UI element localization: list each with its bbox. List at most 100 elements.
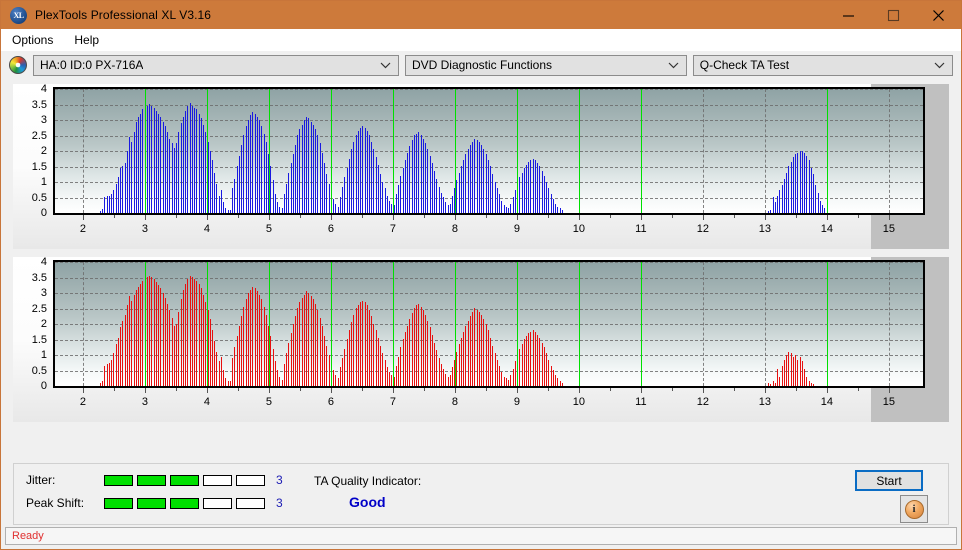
chart-bar bbox=[824, 208, 825, 213]
chart-bar bbox=[257, 291, 258, 386]
x-axis-tick bbox=[330, 388, 332, 393]
chart-bar bbox=[167, 304, 168, 386]
chart-bar bbox=[338, 207, 339, 213]
chart-bar bbox=[367, 131, 368, 213]
y-axis-tick-label: 1 bbox=[40, 176, 47, 188]
close-icon[interactable] bbox=[916, 1, 961, 29]
start-button[interactable]: Start bbox=[855, 470, 923, 491]
chart-bar bbox=[286, 353, 287, 386]
sector-marker-line bbox=[268, 262, 270, 386]
info-button[interactable]: i bbox=[900, 495, 928, 523]
chart-bar bbox=[140, 284, 141, 386]
chart-bar bbox=[811, 168, 812, 213]
menu-item-help[interactable]: Help bbox=[72, 32, 101, 48]
chart-bar bbox=[102, 209, 103, 213]
chart-bar bbox=[320, 143, 321, 213]
chart-bar bbox=[793, 157, 794, 213]
y-axis-tick-label: 3.5 bbox=[31, 271, 47, 284]
chart-bar bbox=[122, 321, 123, 386]
peakshift-chart-x-axis: 2 3 4 5 6 7 8 9 10 11 12 13 14 15 bbox=[53, 388, 925, 418]
maximize-icon[interactable] bbox=[871, 1, 916, 29]
jitter-chart-y-axis: 0 0.5 1 1.5 2 2.5 3 3.5 4 bbox=[13, 83, 51, 219]
chart-bar bbox=[481, 145, 482, 213]
sector-marker-line bbox=[516, 262, 518, 386]
chart-bar bbox=[167, 132, 168, 213]
x-axis-tick-label: 12 bbox=[696, 396, 710, 408]
chart-bar bbox=[107, 196, 108, 213]
x-axis-tick bbox=[795, 215, 797, 218]
sector-marker-line bbox=[826, 262, 828, 386]
chart-bar bbox=[409, 146, 410, 213]
chart-bar bbox=[795, 355, 796, 386]
chart-bar bbox=[499, 194, 500, 213]
chart-bar bbox=[407, 153, 408, 213]
chevron-down-icon bbox=[380, 56, 391, 75]
test-select[interactable]: Q-Check TA Test bbox=[692, 54, 953, 76]
drive-select[interactable]: HA:0 ID:0 PX-716A bbox=[33, 54, 399, 76]
peakshift-chart-y-axis: 0 0.5 1 1.5 2 2.5 3 3.5 4 bbox=[13, 256, 51, 392]
chart-bar bbox=[243, 307, 244, 386]
chart-bar bbox=[315, 129, 316, 213]
x-axis-tick-label: 14 bbox=[820, 223, 834, 235]
sector-marker-line bbox=[454, 262, 456, 386]
x-axis-tick bbox=[547, 388, 549, 391]
chart-bar bbox=[373, 149, 374, 213]
x-axis-tick bbox=[485, 215, 487, 218]
chart-bar bbox=[154, 108, 155, 213]
chart-bar bbox=[490, 338, 491, 386]
chart-bar bbox=[248, 120, 249, 213]
function-select[interactable]: DVD Diagnostic Functions bbox=[404, 54, 687, 76]
chart-bar bbox=[160, 117, 161, 213]
chart-bar bbox=[223, 202, 224, 213]
chart-bar bbox=[221, 357, 222, 386]
chart-bar bbox=[239, 326, 240, 386]
chart-bar bbox=[199, 114, 200, 213]
x-axis-tick bbox=[361, 388, 363, 391]
menu-item-options[interactable]: Options bbox=[10, 32, 55, 48]
chart-bar bbox=[414, 135, 415, 213]
chart-bar bbox=[210, 319, 211, 386]
chart-bar bbox=[445, 374, 446, 386]
chart-bar bbox=[371, 316, 372, 386]
chart-bar bbox=[551, 194, 552, 213]
chart-bar bbox=[129, 137, 130, 213]
chart-bar bbox=[125, 315, 126, 386]
y-axis-tick-label: 2.5 bbox=[31, 302, 47, 315]
chart-bar bbox=[279, 377, 280, 386]
minimize-icon[interactable] bbox=[826, 1, 871, 29]
chart-bar bbox=[147, 277, 148, 386]
x-axis-tick bbox=[454, 215, 456, 220]
chart-bar bbox=[436, 350, 437, 386]
chart-bar bbox=[196, 109, 197, 213]
chart-bar bbox=[432, 163, 433, 213]
chart-bar bbox=[333, 370, 334, 386]
x-axis-tick bbox=[640, 388, 642, 393]
chart-bar bbox=[266, 315, 267, 386]
peakshift-chart-canvas: 0 0.5 1 1.5 2 2.5 3 3.5 4 2 3 4 5 6 7 8 9 10 11 12 13 14 15 bbox=[13, 256, 925, 422]
chart-bar bbox=[495, 353, 496, 386]
x-axis-tick bbox=[640, 215, 642, 220]
chart-bar bbox=[822, 205, 823, 213]
chart-bar bbox=[434, 343, 435, 386]
chart-bar bbox=[524, 339, 525, 386]
chart-bar bbox=[522, 173, 523, 213]
x-axis-tick bbox=[144, 215, 146, 220]
chart-bar bbox=[365, 128, 366, 213]
chart-bar bbox=[344, 349, 345, 386]
chart-bar bbox=[461, 166, 462, 213]
segment bbox=[236, 474, 265, 486]
chart-bar bbox=[546, 182, 547, 213]
chart-bar bbox=[800, 357, 801, 386]
chart-bar bbox=[313, 125, 314, 213]
chart-bar bbox=[768, 383, 769, 386]
chart-bar bbox=[793, 357, 794, 386]
y-axis-tick-label: 0.5 bbox=[31, 364, 47, 377]
toolbar: HA:0 ID:0 PX-716A DVD Diagnostic Functio… bbox=[1, 51, 961, 79]
chart-bar bbox=[129, 296, 130, 386]
chart-bar bbox=[322, 326, 323, 386]
chart-bar bbox=[811, 383, 812, 386]
jitter-chart-panel: 0 0.5 1 1.5 2 2.5 3 3.5 4 2 3 4 5 6 7 8 9 10 11 12 13 14 15 bbox=[13, 83, 949, 249]
x-axis-tick bbox=[299, 215, 301, 218]
chart-bar bbox=[456, 352, 457, 386]
chart-bar bbox=[557, 378, 558, 386]
